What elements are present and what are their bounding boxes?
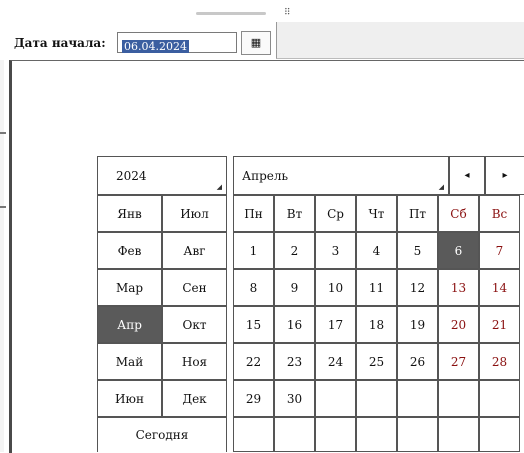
day-cell[interactable]: 6: [438, 232, 479, 269]
empty-day-cell: [479, 417, 520, 452]
day-cell[interactable]: 30: [274, 380, 315, 417]
weekday-label: Сб: [438, 195, 479, 232]
weekday-label: Вс: [479, 195, 520, 232]
month-cell[interactable]: Мар: [97, 269, 162, 306]
start-date-label: Дата начала:: [14, 36, 106, 50]
day-cell[interactable]: 18: [356, 306, 397, 343]
weekday-label: Ср: [315, 195, 356, 232]
day-cell[interactable]: 13: [438, 269, 479, 306]
dropdown-corner-icon: ◢: [216, 183, 222, 191]
empty-day-cell: [397, 380, 438, 417]
day-cell[interactable]: 22: [233, 343, 274, 380]
calendar-button[interactable]: ▦: [241, 31, 271, 55]
year-label: 2024: [116, 168, 147, 183]
day-cell[interactable]: 20: [438, 306, 479, 343]
weekday-label: Пн: [233, 195, 274, 232]
next-month-button[interactable]: ▸: [485, 156, 524, 195]
month-cell[interactable]: Июл: [162, 195, 227, 232]
day-cell[interactable]: 11: [356, 269, 397, 306]
month-label: Апрель: [242, 168, 289, 183]
day-cell[interactable]: 7: [479, 232, 520, 269]
day-cell[interactable]: 4: [356, 232, 397, 269]
empty-day-cell: [315, 380, 356, 417]
day-cell[interactable]: 12: [397, 269, 438, 306]
month-cell[interactable]: Дек: [162, 380, 227, 417]
prev-month-button[interactable]: ◂: [449, 156, 485, 195]
day-cell[interactable]: 25: [356, 343, 397, 380]
date-picker: 2024 ◢ Апрель ◢ ◂ ▸ Янв Июл Фев Авг Мар Сен Ап…: [97, 156, 524, 452]
calendar-icon: ▦: [250, 36, 262, 49]
day-cell[interactable]: 3: [315, 232, 356, 269]
day-cell[interactable]: 10: [315, 269, 356, 306]
top-toolbar: ⠿ Дата начала: 06.04.2024 ▦ ⌶: [0, 0, 524, 60]
month-cell[interactable]: Янв: [97, 195, 162, 232]
month-cell[interactable]: Авг: [162, 232, 227, 269]
weekday-label: Чт: [356, 195, 397, 232]
day-cell[interactable]: 16: [274, 306, 315, 343]
start-date-input[interactable]: 06.04.2024: [117, 32, 237, 53]
empty-day-cell: [479, 380, 520, 417]
month-cell[interactable]: Окт: [162, 306, 227, 343]
day-cell[interactable]: 24: [315, 343, 356, 380]
start-date-value: 06.04.2024: [122, 40, 189, 53]
day-cell[interactable]: 8: [233, 269, 274, 306]
day-cell[interactable]: 17: [315, 306, 356, 343]
day-cell[interactable]: 28: [479, 343, 520, 380]
day-cell[interactable]: 23: [274, 343, 315, 380]
day-cell[interactable]: 21: [479, 306, 520, 343]
day-cell[interactable]: 29: [233, 380, 274, 417]
empty-day-cell: [438, 380, 479, 417]
day-cell[interactable]: 19: [397, 306, 438, 343]
toolbar-panel: [276, 22, 524, 59]
month-cell[interactable]: Июн: [97, 380, 162, 417]
weekday-label: Вт: [274, 195, 315, 232]
month-cell[interactable]: Май: [97, 343, 162, 380]
chevron-left-icon: ◂: [464, 170, 470, 181]
empty-day-cell: [274, 417, 315, 452]
day-cell[interactable]: 26: [397, 343, 438, 380]
grip-icon: ⠿: [284, 8, 291, 18]
empty-day-cell: [356, 380, 397, 417]
today-label: Сегодня: [135, 428, 189, 442]
empty-day-cell: [397, 417, 438, 452]
day-cell[interactable]: 1: [233, 232, 274, 269]
chevron-right-icon: ▸: [502, 170, 508, 181]
month-selector[interactable]: Апрель ◢: [233, 156, 449, 195]
left-edge-strip: [0, 60, 6, 452]
day-cell[interactable]: 15: [233, 306, 274, 343]
empty-day-cell: [233, 417, 274, 452]
month-cell[interactable]: Фев: [97, 232, 162, 269]
month-cell[interactable]: Апр: [97, 306, 162, 343]
weekday-label: Пт: [397, 195, 438, 232]
month-cell[interactable]: Ноя: [162, 343, 227, 380]
day-cell[interactable]: 2: [274, 232, 315, 269]
window-drag-handle[interactable]: [196, 12, 266, 15]
empty-day-cell: [438, 417, 479, 452]
month-cell[interactable]: Сен: [162, 269, 227, 306]
today-button[interactable]: Сегодня: [97, 417, 227, 452]
day-cell[interactable]: 5: [397, 232, 438, 269]
year-selector[interactable]: 2024 ◢: [97, 156, 227, 195]
day-cell[interactable]: 27: [438, 343, 479, 380]
empty-day-cell: [356, 417, 397, 452]
dropdown-corner-icon: ◢: [438, 183, 444, 191]
day-cell[interactable]: 14: [479, 269, 520, 306]
empty-day-cell: [315, 417, 356, 452]
day-cell[interactable]: 9: [274, 269, 315, 306]
